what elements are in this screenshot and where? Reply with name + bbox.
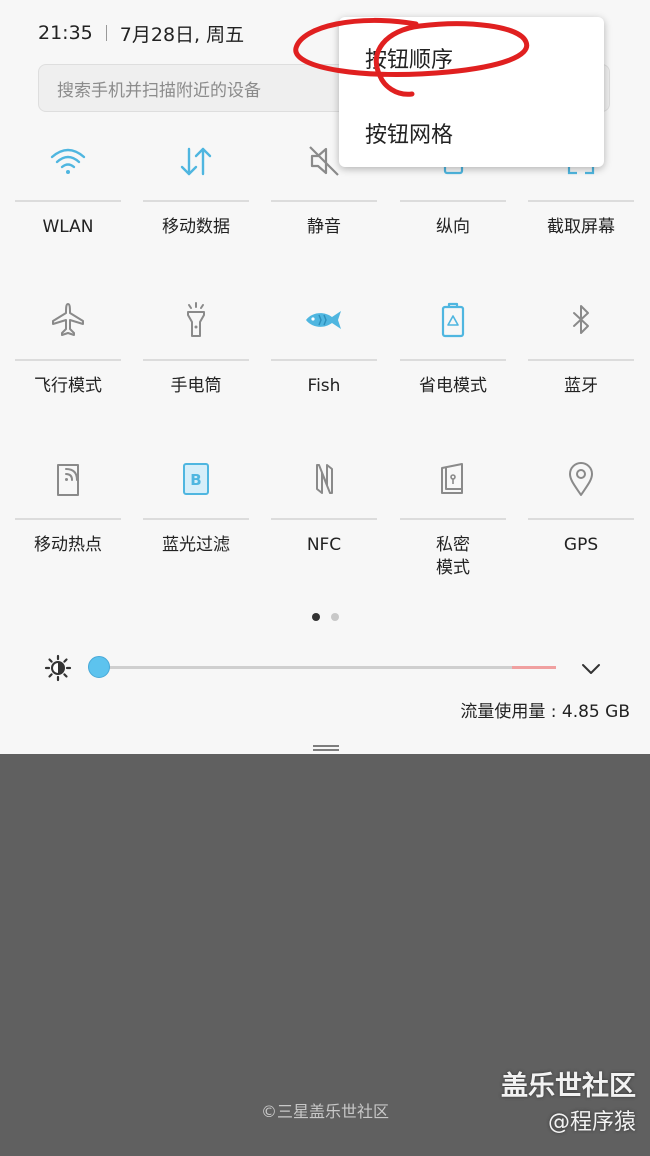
tile-mobile-data[interactable]: 移动数据 [143,122,249,272]
tile-gps[interactable]: GPS [528,440,634,590]
tile-divider [271,518,377,520]
mobile-data-icon [143,136,249,186]
status-divider [105,25,107,41]
brightness-control [0,646,650,690]
tile-divider [143,200,249,202]
menu-item-button-grid[interactable]: 按钮网格 [365,117,453,149]
brightness-slider-high-zone [512,666,556,669]
tile-label: 蓝光过滤 [162,535,230,555]
tile-fish[interactable]: Fish [271,281,377,431]
tile-divider [15,359,121,361]
battery-saver-icon [400,295,506,345]
tile-label: 私密 模式 [436,535,470,578]
flashlight-icon [143,295,249,345]
clock: 21:35 [38,22,93,44]
date: 7月28日, 周五 [119,23,245,46]
tile-nfc[interactable]: NFC [271,440,377,590]
watermark-title: 盖乐世社区 [501,1071,636,1102]
tile-battery-saver[interactable]: 省电模式 [400,281,506,431]
tile-flashlight[interactable]: 手电筒 [143,281,249,431]
brightness-slider-thumb[interactable] [88,656,110,678]
tile-divider [143,518,249,520]
tile-divider [271,359,377,361]
tile-divider [15,518,121,520]
page-indicator [0,613,650,621]
tile-label: 纵向 [436,217,470,237]
gps-icon [528,454,634,504]
tile-label: GPS [563,535,599,555]
tile-divider [400,200,506,202]
tile-label: 截取屏幕 [547,217,615,237]
tile-divider [400,518,506,520]
tile-divider [528,518,634,520]
tile-label: 蓝牙 [564,376,598,396]
tile-label: WLAN [42,217,94,237]
tile-bluetooth[interactable]: 蓝牙 [528,281,634,431]
tile-divider [400,359,506,361]
tile-divider [528,200,634,202]
tile-divider [528,359,634,361]
hotspot-icon [15,454,121,504]
options-popup-menu: 按钮顺序 按钮网格 [339,17,604,167]
tile-divider [143,359,249,361]
svg-text:B: B [190,471,201,489]
data-usage-text: 流量使用量 : 4.85 GB [460,702,630,722]
nfc-icon [271,454,377,504]
tile-private-mode[interactable]: 私密 模式 [400,440,506,590]
fish-icon [271,295,377,345]
blue-light-filter-icon: B [143,454,249,504]
status-bar: 21:35 7月28日, 周五 [38,20,244,46]
tile-airplane[interactable]: 飞行模式 [15,281,121,431]
wifi-icon [15,136,121,186]
brightness-slider-track[interactable] [100,666,556,669]
tile-label: 静音 [307,217,341,237]
tile-label: 手电筒 [170,376,222,396]
menu-item-button-order[interactable]: 按钮顺序 [365,42,453,74]
brightness-icon [44,654,72,682]
watermark-handle: @程序猿 [547,1110,636,1135]
tile-blue-light-filter[interactable]: B 蓝光过滤 [143,440,249,590]
search-placeholder: 搜索手机并扫描附近的设备 [57,80,261,101]
tile-divider [15,200,121,202]
tile-label: 移动热点 [34,535,102,555]
tile-label: Fish [307,376,341,396]
airplane-icon [15,295,121,345]
page-dot[interactable] [330,613,339,621]
tile-label: 飞行模式 [34,376,102,396]
tile-label: NFC [306,535,342,555]
drag-handle[interactable] [313,737,339,751]
tile-label: 移动数据 [162,217,230,237]
tile-wlan[interactable]: WLAN [15,122,121,272]
tile-divider [271,200,377,202]
page-dot-active[interactable] [311,613,320,621]
tile-hotspot[interactable]: 移动热点 [15,440,121,590]
bluetooth-icon [528,295,634,345]
chevron-down-icon[interactable] [580,658,602,680]
private-mode-icon [400,454,506,504]
tile-label: 省电模式 [419,376,487,396]
